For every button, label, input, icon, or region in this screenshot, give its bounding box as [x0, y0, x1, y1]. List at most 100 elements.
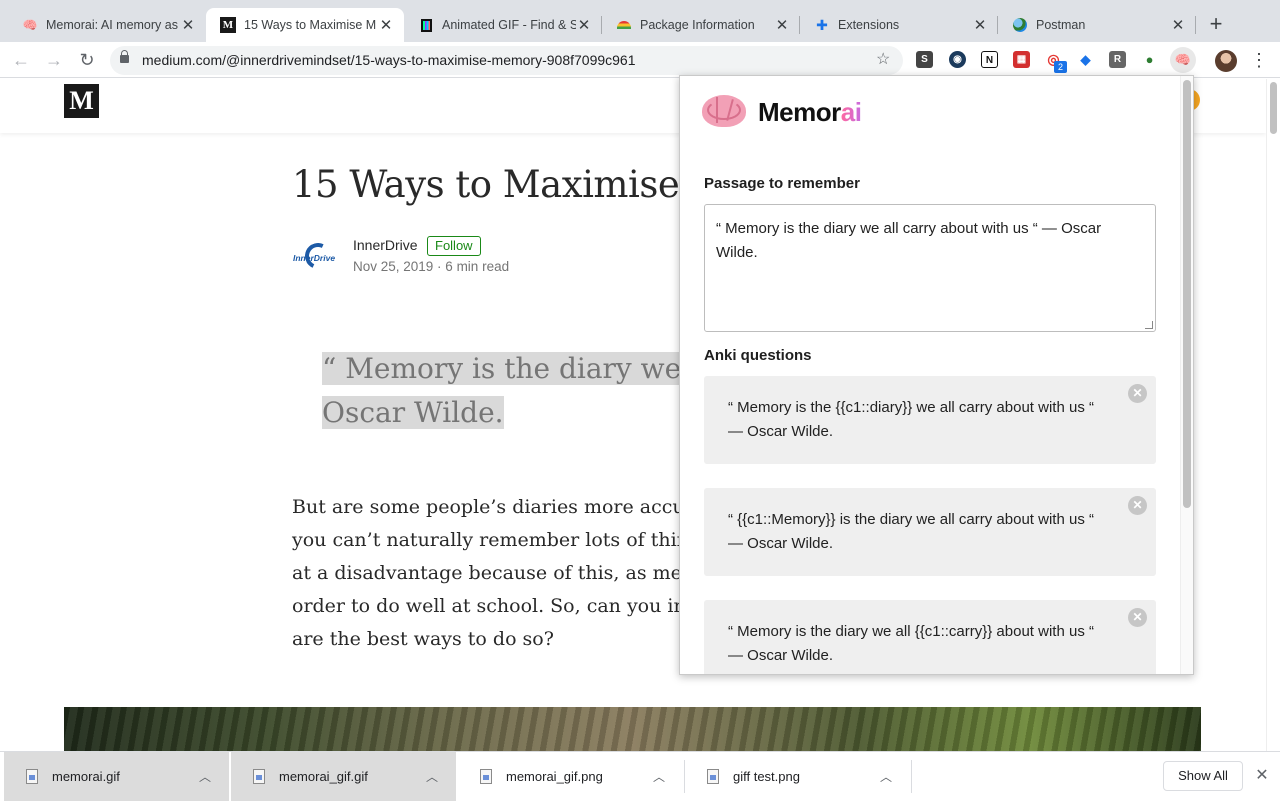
- article-body: But are some people’s diaries more accur…: [292, 491, 724, 656]
- logo-main: Memor: [758, 97, 841, 127]
- show-all-button[interactable]: Show All: [1163, 761, 1243, 791]
- tab-separator: [799, 16, 800, 34]
- tab-medium-article[interactable]: M 15 Ways to Maximise M ✕: [206, 8, 404, 42]
- download-item[interactable]: memorai_gif.gif ︿: [231, 752, 456, 801]
- bookmark-star-icon[interactable]: ☆: [876, 48, 890, 72]
- tab-title: Postman: [1036, 18, 1086, 32]
- extension-s-icon[interactable]: S: [916, 51, 933, 68]
- avatar[interactable]: [1215, 50, 1237, 72]
- globe-icon: [1012, 17, 1028, 33]
- article-title: 15 Ways to Maximise M: [292, 163, 728, 206]
- giphy-icon: [418, 17, 434, 33]
- download-filename[interactable]: memorai_gif.png: [506, 769, 649, 784]
- logo-accent: ai: [840, 97, 862, 127]
- body-line: at a disadvantage because of this, as me…: [292, 562, 721, 584]
- new-tab-button[interactable]: +: [1206, 12, 1226, 36]
- close-icon[interactable]: ✕: [180, 16, 196, 34]
- extension-r-icon[interactable]: R: [1109, 51, 1126, 68]
- body-line: order to do well at school. So, can you …: [292, 595, 713, 617]
- close-icon[interactable]: ✕: [972, 16, 988, 34]
- menu-icon[interactable]: ⋮: [1250, 48, 1268, 72]
- download-filename[interactable]: memorai_gif.gif: [279, 769, 422, 784]
- memorai-popup: Memorai Passage to remember “ Memory is …: [679, 75, 1194, 675]
- popup-scrollbar-thumb[interactable]: [1183, 80, 1191, 508]
- notion-icon[interactable]: N: [981, 51, 998, 68]
- extension-graduation-icon[interactable]: ◆: [1077, 51, 1094, 68]
- quote-line: Oscar Wilde.: [322, 396, 504, 429]
- chevron-up-icon[interactable]: ︿: [876, 768, 896, 785]
- lock-icon: [120, 50, 129, 63]
- tab-title: Memorai: AI memory as: [46, 18, 178, 32]
- brain-icon: [702, 93, 748, 129]
- tab-separator: [1195, 16, 1196, 34]
- page-scrollbar-thumb[interactable]: [1270, 82, 1277, 134]
- author-avatar[interactable]: InnerDrive: [293, 239, 341, 275]
- file-icon: [26, 769, 38, 784]
- remove-question-icon[interactable]: ✕: [1128, 496, 1147, 515]
- address-bar[interactable]: medium.com/@innerdrivemindset/15-ways-to…: [110, 46, 903, 75]
- close-icon[interactable]: ✕: [378, 16, 394, 34]
- passage-label: Passage to remember: [704, 175, 860, 192]
- tab-giphy[interactable]: Animated GIF - Find & S ✕: [404, 8, 602, 42]
- body-line: But are some people’s diaries more accur…: [292, 496, 724, 518]
- body-line: are the best ways to do so?: [292, 628, 554, 650]
- question-text[interactable]: “ Memory is the diary we all {{c1::carry…: [728, 620, 1108, 668]
- puzzle-icon: ✚: [816, 16, 828, 33]
- tab-separator: [601, 16, 602, 34]
- medium-icon: M: [220, 17, 236, 33]
- remove-question-icon[interactable]: ✕: [1128, 608, 1147, 627]
- tab-title: Animated GIF - Find & S: [442, 18, 576, 32]
- brain-icon: 🧠: [22, 18, 38, 32]
- close-icon[interactable]: ✕: [774, 16, 790, 34]
- tab-memorai[interactable]: 🧠 Memorai: AI memory as ✕: [8, 8, 206, 42]
- download-item[interactable]: memorai.gif ︿: [4, 752, 229, 801]
- author-name[interactable]: InnerDrive: [353, 237, 418, 253]
- tab-title: 15 Ways to Maximise M: [244, 18, 377, 32]
- file-icon: [707, 769, 719, 784]
- download-item[interactable]: memorai_gif.png ︿: [458, 752, 683, 801]
- passage-textarea[interactable]: “ Memory is the diary we all carry about…: [704, 204, 1156, 332]
- reload-button[interactable]: ↻: [75, 48, 99, 72]
- url-text[interactable]: medium.com/@innerdrivemindset/15-ways-to…: [142, 46, 636, 75]
- tab-title: Package Information: [640, 18, 755, 32]
- extension-eye-icon[interactable]: ◉: [949, 51, 966, 68]
- article-meta: Nov 25, 2019 · 6 min read: [353, 259, 510, 274]
- close-icon[interactable]: ✕: [1253, 766, 1271, 786]
- memorai-extension-icon[interactable]: 🧠: [1170, 47, 1196, 73]
- anki-questions-label: Anki questions: [704, 347, 812, 364]
- browser-toolbar: ← → ↻ medium.com/@innerdrivemindset/15-w…: [0, 42, 1280, 78]
- tab-extensions[interactable]: ✚ Extensions ✕: [800, 8, 998, 42]
- extension-globe-icon[interactable]: ●: [1141, 51, 1158, 68]
- file-icon: [480, 769, 492, 784]
- back-button[interactable]: ←: [9, 48, 33, 72]
- tab-package-information[interactable]: Package Information ✕: [602, 8, 800, 42]
- question-card[interactable]: “ {{c1::Memory}} is the diary we all car…: [704, 488, 1156, 576]
- tab-title: Extensions: [838, 18, 900, 32]
- tab-postman[interactable]: Postman ✕: [998, 8, 1196, 42]
- tab-separator: [997, 16, 998, 34]
- chevron-up-icon[interactable]: ︿: [195, 768, 215, 785]
- tab-strip: 🧠 Memorai: AI memory as ✕ M 15 Ways to M…: [0, 0, 1280, 42]
- question-card[interactable]: “ Memory is the {{c1::diary}} we all car…: [704, 376, 1156, 464]
- question-text[interactable]: “ {{c1::Memory}} is the diary we all car…: [728, 508, 1108, 556]
- close-icon[interactable]: ✕: [576, 16, 592, 34]
- remove-question-icon[interactable]: ✕: [1128, 384, 1147, 403]
- rainbow-icon: [616, 17, 632, 33]
- question-card[interactable]: “ Memory is the diary we all {{c1::carry…: [704, 600, 1156, 674]
- extension-red-icon[interactable]: ▦: [1013, 51, 1030, 68]
- chevron-up-icon[interactable]: ︿: [422, 768, 442, 785]
- medium-logo[interactable]: M: [64, 84, 99, 118]
- page-scrollbar[interactable]: [1266, 79, 1280, 751]
- follow-button[interactable]: Follow: [427, 236, 481, 256]
- hero-image: [64, 707, 1201, 751]
- resize-handle[interactable]: [1145, 321, 1153, 329]
- forward-button[interactable]: →: [42, 48, 66, 72]
- memorai-logo: Memorai: [758, 97, 862, 128]
- download-separator: [911, 760, 912, 793]
- download-filename[interactable]: memorai.gif: [52, 769, 195, 784]
- close-icon[interactable]: ✕: [1170, 16, 1186, 34]
- download-filename[interactable]: giff test.png: [733, 769, 876, 784]
- download-item[interactable]: giff test.png ︿: [685, 752, 910, 801]
- question-text[interactable]: “ Memory is the {{c1::diary}} we all car…: [728, 396, 1108, 444]
- chevron-up-icon[interactable]: ︿: [649, 768, 669, 785]
